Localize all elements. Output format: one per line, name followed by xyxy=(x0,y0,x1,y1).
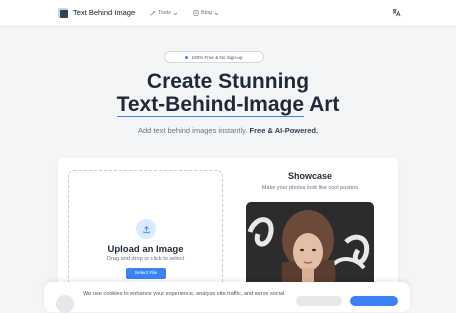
badge-dot-icon xyxy=(185,55,189,59)
chevron-down-icon xyxy=(173,12,178,15)
hero-title-line2: Text-Behind-Image Art xyxy=(0,93,456,117)
top-navbar xyxy=(0,0,456,27)
nav-tools-menu[interactable]: Tools xyxy=(150,10,178,16)
upload-icon xyxy=(136,219,156,239)
hero-subtitle-bold: Free & AI-Powered. xyxy=(249,126,319,135)
chevron-down-icon xyxy=(214,12,219,15)
nav-blog-menu[interactable]: Blog xyxy=(193,10,219,16)
cookie-text: We use cookies to enhance your experienc… xyxy=(83,291,285,297)
wand-icon xyxy=(150,10,156,16)
cookie-accept-button[interactable] xyxy=(350,296,398,306)
translate-icon[interactable] xyxy=(392,8,401,17)
showcase-subtitle: Make your photos look like cool posters xyxy=(261,185,359,191)
upload-arrow-icon xyxy=(142,225,150,233)
badge-text: 100% Free & No Sign-up xyxy=(191,54,243,60)
logo-icon[interactable] xyxy=(58,8,68,18)
nav-tools-label: Tools xyxy=(158,10,171,16)
showcase-title: Showcase xyxy=(287,171,333,181)
upload-title: Upload an Image xyxy=(107,244,184,255)
nav-blog-label: Blog xyxy=(201,10,213,16)
hero-subtitle-text: Add text behind images instantly. xyxy=(137,126,250,135)
hero-title-line1: Create Stunning xyxy=(146,70,310,93)
cookie-decline-button[interactable] xyxy=(296,296,342,306)
hero-title-highlight: Text-Behind-Image xyxy=(116,93,305,117)
cookie-icon xyxy=(56,295,74,313)
free-badge: 100% Free & No Sign-up xyxy=(164,51,264,63)
book-icon xyxy=(193,10,199,16)
select-file-button[interactable]: Select File xyxy=(126,268,166,279)
upload-hint: Drag and drop or click to select xyxy=(106,256,185,262)
hero-title-rest: Art xyxy=(304,93,340,116)
hero-subtitle: Add text behind images instantly. Free &… xyxy=(0,126,456,135)
brand-name[interactable]: Text Behind Image xyxy=(73,8,135,17)
